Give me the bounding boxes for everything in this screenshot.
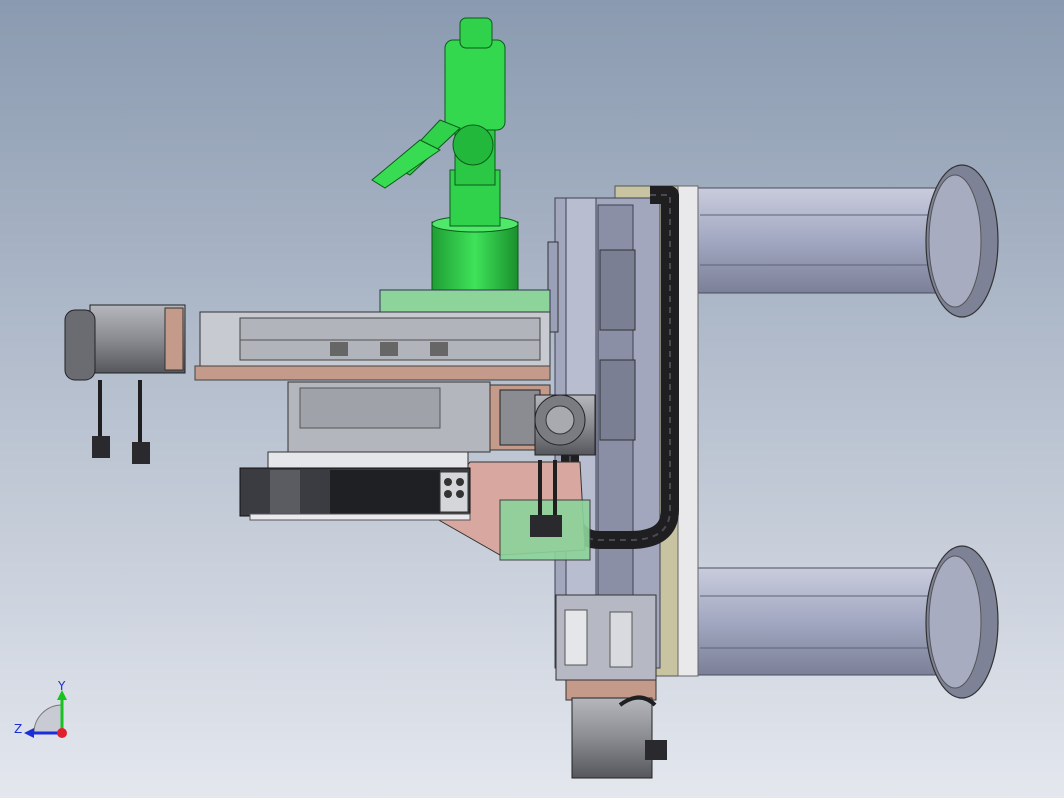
middle-slide-module[interactable]: [287, 381, 551, 453]
gripper-enclosure[interactable]: [239, 451, 471, 521]
lower-support-tube[interactable]: [689, 545, 999, 699]
cad-model-view[interactable]: Y Z: [0, 0, 1064, 798]
triad-y-label: Y: [57, 679, 66, 693]
side-servo-motor[interactable]: [534, 394, 596, 456]
robot-base-plate[interactable]: [379, 289, 551, 313]
bottom-servo-motor[interactable]: [555, 594, 667, 779]
horizontal-linear-axis[interactable]: [194, 311, 551, 381]
triad-z-label: Z: [14, 722, 22, 736]
cad-viewport[interactable]: Y Z: [0, 0, 1064, 798]
